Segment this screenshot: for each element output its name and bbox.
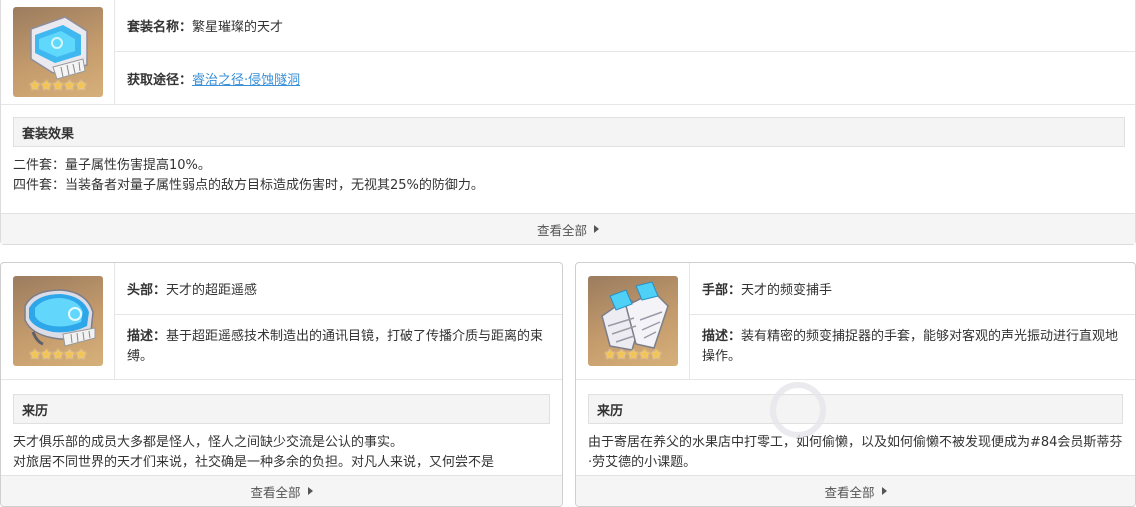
triangle-right-icon [307,487,313,495]
piece-desc-field: 描述：基于超距遥感技术制造出的通讯目镜，打破了传播介质与距离的束缚。 [115,315,562,379]
piece-slot-label: 头部： [127,283,167,298]
piece-desc-value: 装有精密的频变捕捉器的手套，能够对客观的声光振动进行直观地操作。 [702,329,1119,364]
lore-header: 来历 [13,394,550,424]
set-name-value: 繁星璀璨的天才 [192,20,284,35]
set-icon-cell: ★★★★★ [1,0,115,104]
piece-info-row: ★★★★★ 头部： 天才的超距遥感 描述：基于超距遥感技术制造出的通讯目镜，打破… [1,263,562,380]
lore-line: 由于寄居在养父的水果店中打零工，如何偷懒，以及如何偷懒不被发现便成为#84会员斯… [588,435,1123,468]
set-effect-2pc: 二件套：量子属性伤害提高10%。 [13,158,211,173]
view-all-label: 查看全部 [536,222,587,238]
relic-piece-card-hands: ★★★★★ 手部： 天才的频变捕手 描述：装有精密的频变捕捉器的手套，能够对客观… [575,262,1136,507]
set-name-label: 套装名称： [127,20,193,35]
set-info-row: ★★★★★ 套装名称： 繁星璀璨的天才 获取途径： 睿治之径·侵蚀隧洞 [1,0,1135,105]
piece-slot-label: 手部： [702,283,742,298]
rarity-stars: ★★★★★ [28,78,88,94]
piece-slot-value: 天才的频变捕手 [741,283,833,298]
lore-line: 对旅居不同世界的天才们来说，社交确是一种多余的负担。对凡人来说，又何尝不是 [13,455,495,468]
set-source-field: 获取途径： 睿治之径·侵蚀隧洞 [115,52,1135,104]
set-effect-4pc: 四件套：当装备者对量子属性弱点的敌方目标造成伤害时，无视其25%的防御力。 [13,178,484,193]
piece-desc-field: 描述：装有精密的频变捕捉器的手套，能够对客观的声光振动进行直观地操作。 [690,315,1135,379]
lore-text: 天才俱乐部的成员大多都是怪人，怪人之间缺少交流是公认的事实。 对旅居不同世界的天… [1,424,562,468]
piece-icon-cell: ★★★★★ [576,263,690,379]
rarity-stars: ★★★★★ [603,347,663,363]
view-all-label: 查看全部 [824,484,875,500]
piece-info-row: ★★★★★ 手部： 天才的频变捕手 描述：装有精密的频变捕捉器的手套，能够对客观… [576,263,1135,380]
relic-piece-card-head: ★★★★★ 头部： 天才的超距遥感 描述：基于超距遥感技术制造出的通讯目镜，打破… [0,262,563,507]
lore-line: 天才俱乐部的成员大多都是怪人，怪人之间缺少交流是公认的事实。 [13,435,404,450]
head-relic-image[interactable]: ★★★★★ [12,276,103,366]
head-view-all-button[interactable]: 查看全部 [1,475,562,506]
piece-slot-value: 天才的超距遥感 [166,283,258,298]
set-source-label: 获取途径： [127,72,193,88]
lore-text: 由于寄居在养父的水果店中打零工，如何偷懒，以及如何偷懒不被发现便成为#84会员斯… [576,424,1135,468]
set-relic-image[interactable]: ★★★★★ [12,7,103,97]
hands-view-all-button[interactable]: 查看全部 [576,475,1135,506]
rarity-stars: ★★★★★ [28,347,88,363]
set-fields: 套装名称： 繁星璀璨的天才 获取途径： 睿治之径·侵蚀隧洞 [115,0,1135,104]
hands-relic-image[interactable]: ★★★★★ [587,276,678,366]
piece-fields: 手部： 天才的频变捕手 描述：装有精密的频变捕捉器的手套，能够对客观的声光振动进… [690,263,1135,379]
triangle-right-icon [881,487,887,495]
piece-desc-label: 描述： [702,329,742,344]
set-view-all-button[interactable]: 查看全部 [1,213,1135,244]
set-name-field: 套装名称： 繁星璀璨的天才 [115,0,1135,52]
set-source-link[interactable]: 睿治之径·侵蚀隧洞 [192,69,300,88]
relic-set-card: ★★★★★ 套装名称： 繁星璀璨的天才 获取途径： 睿治之径·侵蚀隧洞 套装效果… [0,0,1136,245]
piece-icon-cell: ★★★★★ [1,263,115,379]
piece-slot-field: 手部： 天才的频变捕手 [690,263,1135,315]
set-effect-text: 二件套：量子属性伤害提高10%。 四件套：当装备者对量子属性弱点的敌方目标造成伤… [1,147,1135,196]
piece-desc-value: 基于超距遥感技术制造出的通讯目镜，打破了传播介质与距离的束缚。 [127,329,544,364]
piece-fields: 头部： 天才的超距遥感 描述：基于超距遥感技术制造出的通讯目镜，打破了传播介质与… [115,263,562,379]
piece-desc-label: 描述： [127,329,167,344]
set-effect-header: 套装效果 [13,117,1125,147]
view-all-label: 查看全部 [250,484,301,500]
triangle-right-icon [594,225,599,233]
piece-slot-field: 头部： 天才的超距遥感 [115,263,562,315]
lore-header: 来历 [588,394,1123,424]
